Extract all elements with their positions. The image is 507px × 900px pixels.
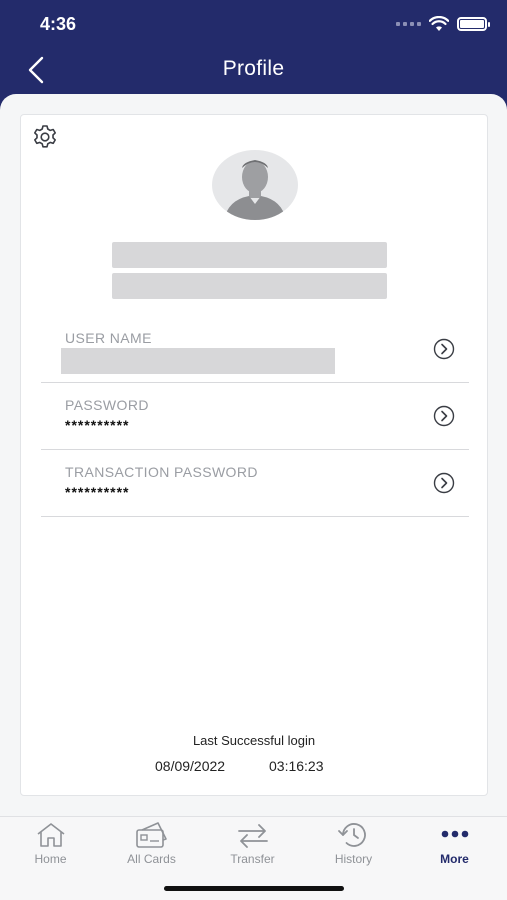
tab-transfer-label: Transfer — [230, 852, 275, 866]
home-icon — [37, 823, 64, 847]
profile-card: USER NAME PASSWORD ********** TRANSACTIO… — [20, 114, 488, 796]
tab-more[interactable]: More — [404, 817, 505, 877]
gear-icon — [34, 125, 56, 148]
password-value: ********** — [65, 417, 130, 433]
home-indicator — [164, 886, 344, 891]
name-placeholder — [112, 242, 387, 268]
chevron-right-circle-icon[interactable] — [433, 405, 455, 427]
transfer-icon — [237, 824, 268, 848]
last-login-date: 08/09/2022 — [155, 758, 226, 774]
password-label: PASSWORD — [65, 397, 149, 413]
username-value — [61, 348, 335, 374]
tab-home-label: Home — [34, 852, 67, 866]
username-row[interactable]: USER NAME — [41, 316, 469, 383]
chevron-right-circle-icon[interactable] — [433, 472, 455, 494]
last-login-time: 03:16:23 — [269, 758, 324, 774]
tab-home[interactable]: Home — [0, 817, 101, 877]
more-icon — [441, 830, 468, 838]
battery-icon — [457, 17, 490, 31]
tab-transfer[interactable]: Transfer — [202, 817, 303, 877]
transaction-password-label: TRANSACTION PASSWORD — [65, 464, 258, 480]
wifi-icon — [429, 16, 449, 31]
detail-placeholder — [112, 273, 387, 299]
history-icon — [337, 823, 366, 847]
tab-history-label: History — [334, 852, 373, 866]
page-title: Profile — [222, 57, 285, 80]
status-time: 4:36 — [40, 14, 77, 34]
tab-all-cards-label: All Cards — [127, 852, 176, 866]
transaction-password-value: ********** — [65, 484, 130, 500]
tab-all-cards[interactable]: All Cards — [101, 817, 202, 877]
transaction-password-row[interactable]: TRANSACTION PASSWORD ********** — [41, 450, 469, 517]
card-icon — [135, 822, 167, 848]
avatar — [212, 150, 298, 220]
password-row[interactable]: PASSWORD ********** — [41, 383, 469, 450]
status-icons — [396, 16, 490, 32]
tab-history[interactable]: History — [303, 817, 404, 877]
settings-button[interactable] — [31, 123, 59, 151]
last-login-label: Last Successful login — [192, 733, 316, 748]
tab-more-label: More — [440, 852, 469, 866]
username-label: USER NAME — [65, 330, 152, 346]
signal-icon — [396, 22, 421, 26]
user-silhouette-icon — [224, 160, 286, 220]
chevron-right-circle-icon[interactable] — [433, 338, 455, 360]
